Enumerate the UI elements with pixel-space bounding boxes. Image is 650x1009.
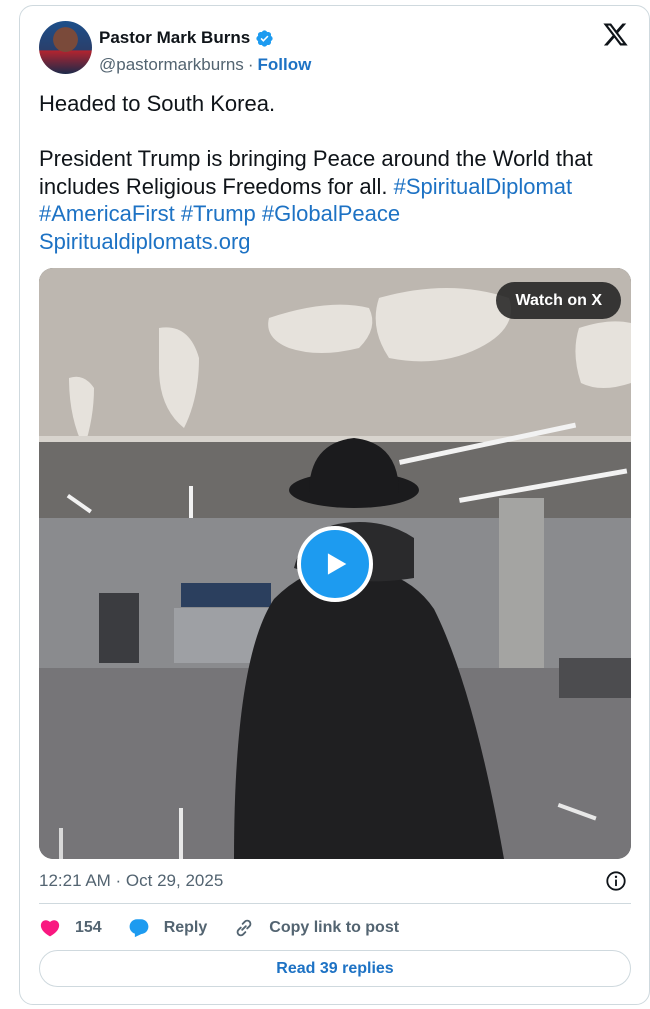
separator: · — [247, 55, 254, 74]
x-logo-icon[interactable] — [602, 21, 629, 48]
verified-badge-icon — [256, 29, 273, 47]
hashtag-trump[interactable]: #Trump — [181, 201, 256, 226]
divider — [39, 903, 631, 904]
like-button[interactable]: 154 — [39, 917, 102, 939]
author-name-row: Pastor Mark Burns — [99, 28, 274, 48]
heart-icon — [40, 920, 60, 937]
post-timestamp[interactable]: 12:21 AM · Oct 29, 2025 — [39, 871, 223, 891]
read-replies-button[interactable]: Read 39 replies — [39, 950, 631, 987]
action-bar: 154 Reply Copy link to post — [39, 914, 425, 942]
like-count: 154 — [75, 919, 102, 936]
post-link[interactable]: Spiritualdiplomats.org — [39, 229, 251, 254]
hashtag-americafirst[interactable]: #AmericaFirst — [39, 201, 175, 226]
reply-button[interactable]: Reply — [128, 917, 208, 939]
play-icon — [327, 553, 347, 575]
hashtag-globalpeace[interactable]: #GlobalPeace — [262, 201, 400, 226]
copy-link-label: Copy link to post — [269, 919, 400, 936]
handle-row: @pastormarkburns · Follow — [99, 55, 311, 75]
copy-link-button[interactable]: Copy link to post — [233, 917, 399, 939]
video-player[interactable]: Watch on X — [39, 268, 631, 859]
hashtag-spiritualdiplomat[interactable]: #SpiritualDiplomat — [394, 174, 573, 199]
watch-on-x-button[interactable]: Watch on X — [496, 282, 621, 319]
author-handle[interactable]: @pastormarkburns — [99, 55, 244, 75]
link-icon — [236, 919, 252, 937]
author-name[interactable]: Pastor Mark Burns — [99, 28, 250, 48]
reply-label: Reply — [163, 919, 208, 936]
post-card: Pastor Mark Burns @pastormarkburns · Fol… — [19, 5, 650, 1005]
info-icon[interactable] — [605, 870, 627, 892]
post-text: Headed to South Korea. President Trump i… — [39, 90, 639, 255]
follow-button[interactable]: Follow — [257, 55, 311, 75]
avatar[interactable] — [39, 21, 92, 74]
reply-bubble-icon — [129, 919, 149, 938]
play-button[interactable] — [297, 526, 373, 602]
post-line-1: Headed to South Korea. — [39, 91, 276, 116]
